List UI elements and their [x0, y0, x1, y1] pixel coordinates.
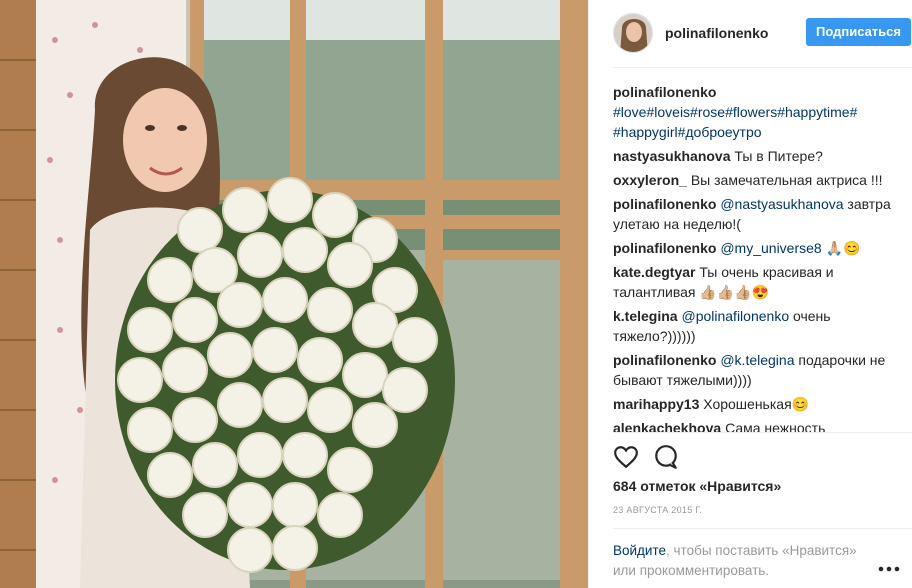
comment-author[interactable]: kate.degtyar	[613, 264, 695, 280]
comment-item: oxxyleron_ Вы замечательная актриса !!!	[613, 170, 893, 190]
photo-illustration	[0, 0, 588, 588]
comment-item: polinafilonenko @my_universe8 🙏🏼😊	[613, 238, 893, 258]
comment-author[interactable]: polinafilonenko	[613, 240, 716, 256]
more-icon[interactable]	[878, 560, 900, 572]
comment-text: Хорошенькая😊	[703, 396, 810, 412]
comment-author[interactable]: oxxyleron_	[613, 172, 687, 188]
comment-mention[interactable]: @nastyasukhanova	[720, 196, 843, 212]
comment-text: 🙏🏼😊	[825, 240, 861, 256]
post-photo[interactable]	[0, 0, 588, 588]
caption: polinafilonenko #love#loveis#rose#flower…	[613, 82, 893, 142]
follow-button[interactable]: Подписаться	[805, 18, 911, 46]
comment-mention[interactable]: @my_universe8	[720, 240, 821, 256]
comment-author[interactable]: polinafilonenko	[613, 196, 716, 212]
header-username[interactable]: polinafilonenko	[665, 25, 768, 41]
comment-mention[interactable]: @polinafilonenko	[681, 308, 789, 324]
post-date: 23 АВГУСТА 2015 Г.	[613, 505, 703, 515]
comment-icon[interactable]	[653, 444, 679, 470]
comment-item: marihappy13 Хорошенькая😊	[613, 394, 893, 414]
comment-author[interactable]: alenkachekhova	[613, 420, 721, 436]
divider	[613, 528, 912, 529]
avatar-image	[614, 14, 652, 52]
comment-mention[interactable]: @k.telegina	[720, 352, 794, 368]
post-header: polinafilonenko Подписаться	[613, 12, 911, 54]
comment-item: polinafilonenko @nastyasukhanova завтра …	[613, 194, 893, 234]
comment-text: Вы замечательная актриса !!!	[690, 172, 883, 188]
login-prompt: Войдите, чтобы поставить «Нравится» или …	[613, 541, 873, 581]
divider	[613, 432, 912, 433]
instagram-post: polinafilonenko Подписаться polinafilone…	[0, 0, 912, 588]
comment-author[interactable]: nastyasukhanova	[613, 148, 731, 164]
comment-text: Ты в Питере?	[734, 148, 823, 164]
comment-text: Сама нежность	[725, 420, 826, 436]
avatar[interactable]	[613, 13, 653, 53]
comment-item: kate.degtyar Ты очень красивая и талантл…	[613, 262, 893, 302]
comment-item: alenkachekhova Сама нежность	[613, 418, 893, 438]
comment-author[interactable]: polinafilonenko	[613, 84, 716, 100]
comments-list: polinafilonenko #love#loveis#rose#flower…	[613, 82, 893, 442]
caption-hashtags[interactable]: #love#loveis#rose#flowers#happytime# #ha…	[613, 104, 857, 140]
comment-item: polinafilonenko @k.telegina подарочки не…	[613, 350, 893, 390]
post-actions	[613, 444, 679, 470]
post-sidebar: polinafilonenko Подписаться polinafilone…	[588, 0, 912, 588]
comment-author[interactable]: k.telegina	[613, 308, 678, 324]
comment-item: nastyasukhanova Ты в Питере?	[613, 146, 893, 166]
comment-item: k.telegina @polinafilonenko очень тяжело…	[613, 306, 893, 346]
heart-icon[interactable]	[613, 444, 639, 470]
divider	[613, 67, 912, 68]
login-link[interactable]: Войдите	[613, 543, 666, 558]
comment-author[interactable]: polinafilonenko	[613, 352, 716, 368]
comment-author[interactable]: marihappy13	[613, 396, 699, 412]
likes-count[interactable]: 684 отметок «Нравится»	[613, 478, 781, 494]
